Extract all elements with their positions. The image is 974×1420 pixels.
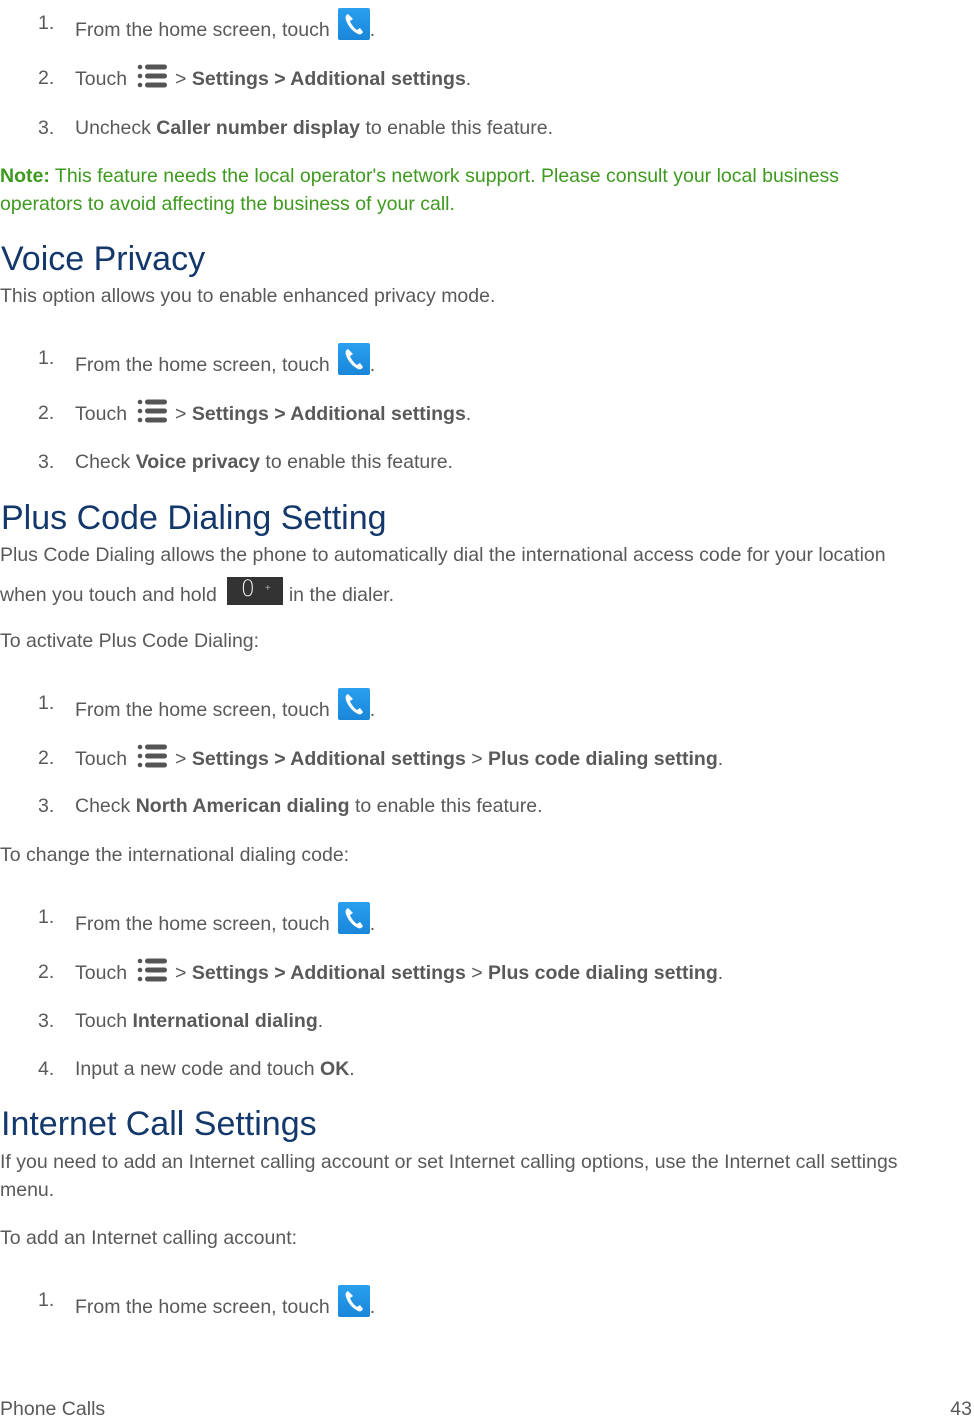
- menu-path: Settings > Additional settings: [191, 748, 466, 770]
- option-name: OK: [320, 1058, 350, 1080]
- step-text: From the home screen, touch: [75, 913, 330, 935]
- separator: >: [175, 962, 187, 984]
- step-text: Uncheck: [75, 117, 151, 139]
- step-text: From the home screen, touch: [75, 19, 330, 41]
- section-intro: If you need to add an Internet calling a…: [0, 1151, 898, 1173]
- menu-icon: [137, 63, 169, 89]
- step-number: 4.: [38, 1058, 55, 1080]
- menu-icon: [137, 743, 169, 769]
- step-text-end: .: [369, 354, 376, 376]
- step-number: 1.: [38, 1289, 55, 1311]
- step-number: 1.: [38, 906, 55, 928]
- step-text-end: .: [369, 699, 376, 721]
- section-intro: Plus Code Dialing allows the phone to au…: [0, 544, 886, 566]
- menu-icon: [137, 957, 169, 983]
- zero-key-icon: 0 +: [226, 577, 283, 605]
- section-intro-line2: menu.: [0, 1179, 55, 1201]
- step-text-end: .: [349, 1058, 355, 1080]
- option-name: North American dialing: [135, 795, 350, 817]
- section-intro-line2: when you touch and hold 0 + in the dialer.: [0, 577, 394, 610]
- step-number: 2.: [38, 67, 55, 89]
- zero-digit: 0: [240, 577, 255, 602]
- section-heading-voice-privacy: Voice Privacy: [1, 240, 206, 278]
- step-text: From the home screen, touch: [75, 354, 330, 376]
- separator: >: [175, 748, 187, 770]
- separator: >: [175, 403, 187, 425]
- menu-path-2: Plus code dialing setting: [488, 962, 718, 984]
- step-text-end: .: [369, 19, 376, 41]
- note-text: This feature needs the local operator's …: [54, 165, 840, 187]
- note-text-line2: operators to avoid affecting the busines…: [0, 193, 455, 215]
- step-text: Touch: [75, 68, 128, 90]
- step-text: From the home screen, touch: [75, 699, 330, 721]
- step-text: Touch: [75, 1010, 128, 1032]
- step-text-end: to enable this feature.: [365, 117, 553, 139]
- step-text: Input a new code and touch: [75, 1058, 315, 1080]
- step-text-end: to enable this feature.: [265, 451, 453, 473]
- subsection-label: To change the international dialing code…: [0, 844, 350, 866]
- option-name: Voice privacy: [135, 451, 260, 473]
- step-number: 3.: [38, 1010, 55, 1032]
- phone-icon: [337, 1285, 370, 1317]
- separator: >: [471, 748, 483, 770]
- subsection-label: To activate Plus Code Dialing:: [0, 630, 260, 652]
- plus-sign: +: [264, 583, 271, 594]
- section-heading-plus-code: Plus Code Dialing Setting: [1, 499, 387, 537]
- step-text-end: .: [465, 403, 472, 425]
- step-number: 3.: [38, 795, 55, 817]
- step-number: 2.: [38, 402, 55, 424]
- note-label: Note:: [0, 165, 50, 187]
- step-text-end: .: [369, 913, 376, 935]
- menu-path: Settings > Additional settings: [191, 962, 466, 984]
- menu-path: Settings > Additional settings: [191, 68, 466, 90]
- section-intro: This option allows you to enable enhance…: [0, 285, 496, 307]
- step-text: Touch: [75, 962, 128, 984]
- footer-section-name: Phone Calls: [0, 1398, 106, 1420]
- step-text-end: .: [369, 1296, 376, 1318]
- note: Note: This feature needs the local opera…: [0, 162, 839, 218]
- phone-icon: [337, 688, 370, 720]
- step-number: 1.: [38, 12, 55, 34]
- phone-icon: [337, 343, 370, 375]
- step-number: 2.: [38, 961, 55, 983]
- menu-path-2: Plus code dialing setting: [488, 748, 718, 770]
- subsection-label: To add an Internet calling account:: [0, 1227, 298, 1249]
- menu-path: Settings > Additional settings: [191, 403, 466, 425]
- intro-text-end: in the dialer.: [288, 584, 394, 606]
- separator: >: [471, 962, 483, 984]
- phone-icon: [337, 8, 370, 40]
- step-text-end: .: [717, 748, 724, 770]
- step-number: 3.: [38, 117, 55, 139]
- step-text: Touch: [75, 403, 128, 425]
- step-text: Check: [75, 795, 131, 817]
- phone-icon: [337, 902, 370, 934]
- option-name: International dialing: [132, 1010, 318, 1032]
- step-text-end: .: [317, 1010, 324, 1032]
- step-text-end: to enable this feature.: [354, 795, 543, 817]
- step-text: Check: [75, 451, 131, 473]
- intro-text: when you touch and hold: [0, 584, 217, 606]
- section-heading-internet-call: Internet Call Settings: [1, 1105, 317, 1143]
- step-text-end: .: [465, 68, 472, 90]
- separator: >: [175, 68, 187, 90]
- step-text-end: .: [717, 962, 724, 984]
- step-number: 1.: [38, 692, 55, 714]
- step-text: From the home screen, touch: [75, 1296, 330, 1318]
- page-number: 43: [950, 1398, 972, 1420]
- step-number: 3.: [38, 451, 55, 473]
- step-number: 2.: [38, 747, 55, 769]
- step-text: Touch: [75, 748, 128, 770]
- step-number: 1.: [38, 347, 55, 369]
- option-name: Caller number display: [156, 117, 361, 139]
- menu-icon: [137, 398, 169, 424]
